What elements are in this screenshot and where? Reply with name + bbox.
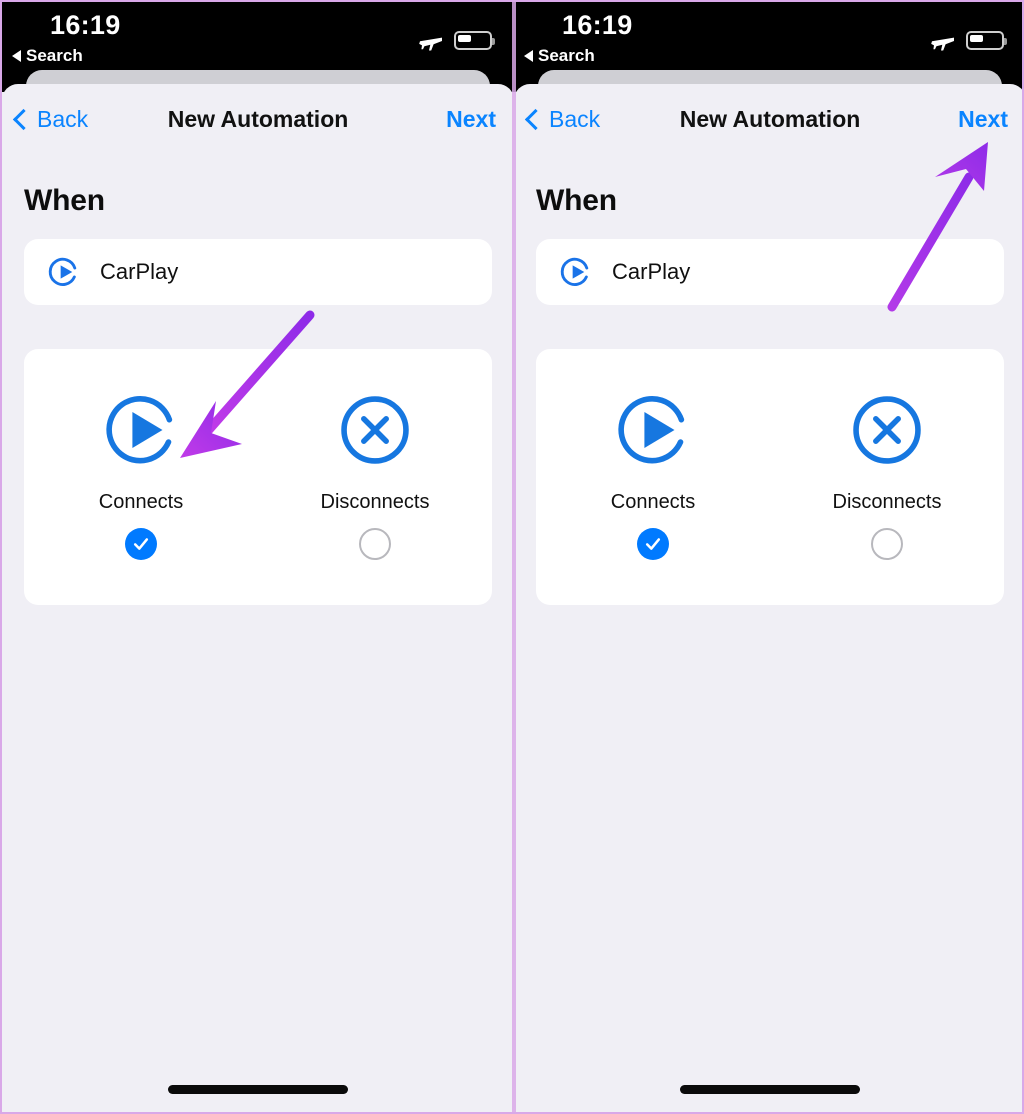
status-bar-clock: 16:19 — [50, 10, 121, 40]
trigger-row-carplay[interactable]: CarPlay — [24, 239, 492, 305]
x-circle-icon — [853, 396, 921, 464]
option-disconnects[interactable]: Disconnects — [770, 349, 1004, 605]
screenshot-root: 16:19 Search Back New Automation Next Wh… — [0, 0, 1024, 1114]
options-card: Connects Disconnects — [24, 349, 492, 605]
option-connects[interactable]: Connects — [24, 349, 258, 605]
check-circle-filled-icon — [133, 538, 149, 550]
option-disconnects-radio[interactable] — [359, 528, 391, 560]
status-bar-indicators — [418, 28, 495, 52]
carplay-play-circle-icon — [48, 257, 77, 286]
play-circle-open-icon — [106, 396, 173, 464]
option-connects-label: Connects — [610, 491, 696, 513]
battery-icon — [966, 30, 1007, 50]
modal-sheet: Back New Automation Next When CarPlay Co… — [2, 84, 514, 1112]
section-heading-when: When — [24, 184, 105, 217]
play-circle-open-icon — [618, 396, 685, 464]
triangle-left-icon — [524, 50, 533, 62]
option-disconnects-label: Disconnects — [832, 491, 942, 513]
modal-sheet: Back New Automation Next When CarPlay Co… — [514, 84, 1022, 1112]
option-connects-radio[interactable] — [637, 528, 669, 560]
next-button[interactable]: Next — [958, 106, 1008, 133]
trigger-row-carplay[interactable]: CarPlay — [536, 239, 1004, 305]
navigation-bar-left: Back New Automation Next — [2, 84, 514, 160]
option-connects[interactable]: Connects — [536, 349, 770, 605]
section-heading-when: When — [536, 184, 617, 217]
x-circle-icon — [341, 396, 409, 464]
status-bar-back-label: Search — [538, 46, 595, 65]
airplane-icon — [931, 37, 954, 51]
home-indicator — [168, 1085, 348, 1094]
battery-icon — [454, 30, 495, 50]
trigger-label: CarPlay — [612, 259, 691, 284]
carplay-play-circle-icon — [560, 257, 589, 286]
panel-divider — [512, 2, 516, 1112]
airplane-icon — [419, 37, 442, 51]
panel-left: 16:19 Search Back New Automation Next Wh… — [2, 2, 514, 1112]
option-disconnects[interactable]: Disconnects — [258, 349, 492, 605]
option-disconnects-label: Disconnects — [320, 491, 430, 513]
navigation-bar-right: Back New Automation Next — [514, 84, 1022, 160]
status-bar-back-to-search[interactable]: Search — [12, 46, 83, 66]
check-circle-filled-icon — [645, 538, 661, 550]
panel-right: 16:19 Search Back New Automation Next Wh… — [514, 2, 1022, 1112]
page-title: New Automation — [167, 106, 349, 132]
trigger-label: CarPlay — [100, 259, 179, 284]
triangle-left-icon — [12, 50, 21, 62]
option-connects-radio[interactable] — [125, 528, 157, 560]
option-disconnects-radio[interactable] — [871, 528, 903, 560]
option-connects-label: Connects — [98, 491, 184, 513]
next-button[interactable]: Next — [446, 106, 496, 133]
page-title: New Automation — [679, 106, 861, 132]
status-bar-back-label: Search — [26, 46, 83, 65]
status-bar-back-to-search[interactable]: Search — [524, 46, 595, 66]
status-bar-clock: 16:19 — [562, 10, 633, 40]
status-bar-indicators — [930, 28, 1007, 52]
home-indicator — [680, 1085, 860, 1094]
options-card: Connects Disconnects — [536, 349, 1004, 605]
